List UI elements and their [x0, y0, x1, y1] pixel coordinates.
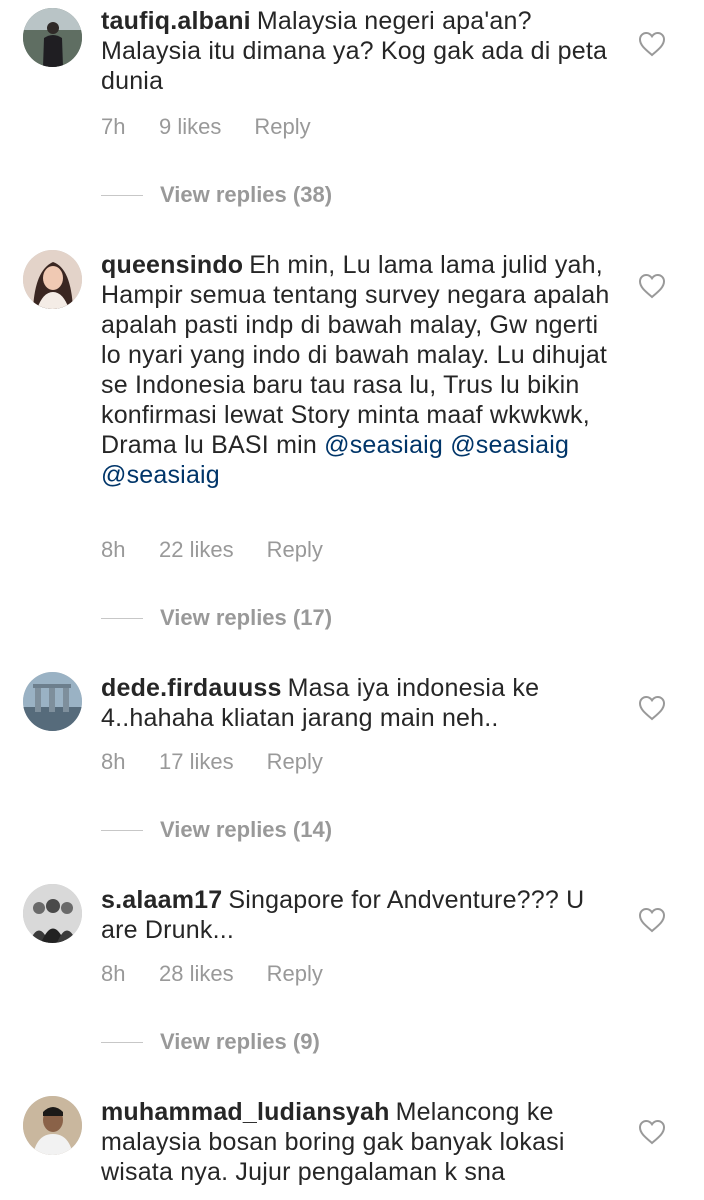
comment-username[interactable]: dede.firdauuss: [101, 674, 282, 702]
comment-likes[interactable]: 17 likes: [159, 749, 234, 775]
view-replies-button[interactable]: View replies (17): [101, 603, 332, 633]
comment-time: 8h: [101, 961, 126, 986]
comment-username[interactable]: taufiq.albani: [101, 7, 251, 35]
like-heart-icon[interactable]: [638, 695, 666, 721]
comment-text: taufiq.albani Malaysia negeri apa'an? Mal…: [101, 6, 621, 96]
view-replies-label: View replies (17): [160, 605, 333, 630]
comment-likes[interactable]: 22 likes: [159, 537, 234, 563]
mention-link[interactable]: @seasiaig: [101, 461, 220, 489]
like-heart-icon[interactable]: [638, 1119, 666, 1145]
view-replies-button[interactable]: View replies (38): [101, 180, 332, 210]
avatar[interactable]: [23, 884, 82, 943]
view-replies-label: View replies (14): [160, 817, 333, 842]
mention-link[interactable]: @seasiaig: [450, 431, 569, 459]
reply-button[interactable]: Reply: [267, 961, 323, 987]
like-heart-icon[interactable]: [638, 273, 666, 299]
comment-text: queensindo Eh min, Lu lama lama julid yah…: [101, 250, 621, 490]
comment-time: 7h: [101, 114, 126, 139]
like-heart-icon[interactable]: [638, 907, 666, 933]
comment-meta: 8h 17 likes Reply: [101, 749, 323, 775]
divider-line: [101, 617, 143, 619]
comment-username[interactable]: s.alaam17: [101, 886, 222, 914]
view-replies-label: View replies (38): [160, 182, 333, 207]
view-replies-label: View replies (9): [160, 1029, 320, 1054]
reply-button[interactable]: Reply: [254, 114, 310, 140]
avatar[interactable]: [23, 672, 82, 731]
comment-body: Eh min, Lu lama lama julid yah, Hampir s…: [101, 251, 610, 459]
man-portrait-icon: [23, 1096, 82, 1155]
divider-line: [101, 829, 143, 831]
comment-username[interactable]: muhammad_ludiansyah: [101, 1098, 390, 1126]
man-standing-photo-icon: [23, 8, 82, 67]
comment-time: 8h: [101, 537, 126, 562]
avatar[interactable]: [23, 1096, 82, 1155]
like-heart-icon[interactable]: [638, 31, 666, 57]
group-photo-icon: [23, 884, 82, 943]
comment-likes[interactable]: 9 likes: [159, 114, 221, 140]
view-replies-button[interactable]: View replies (9): [101, 1027, 320, 1057]
comment-username[interactable]: queensindo: [101, 251, 243, 279]
comment-time: 8h: [101, 749, 126, 774]
comment-meta: 8h 22 likes Reply: [101, 537, 323, 563]
avatar[interactable]: [23, 8, 82, 67]
city-skyline-icon: [23, 672, 82, 731]
mention-link[interactable]: @seasiaig: [324, 431, 443, 459]
comment-likes[interactable]: 28 likes: [159, 961, 234, 987]
divider-line: [101, 194, 143, 196]
comment-text: muhammad_ludiansyah Melancong ke malaysia…: [101, 1097, 621, 1187]
comment-meta: 7h 9 likes Reply: [101, 114, 311, 140]
avatar[interactable]: [23, 250, 82, 309]
comment-meta: 8h 28 likes Reply: [101, 961, 323, 987]
view-replies-button[interactable]: View replies (14): [101, 815, 332, 845]
woman-portrait-icon: [23, 250, 82, 309]
comment-text: s.alaam17 Singapore for Andventure??? U a…: [101, 885, 621, 945]
divider-line: [101, 1041, 143, 1043]
reply-button[interactable]: Reply: [267, 749, 323, 775]
comment-text: dede.firdauuss Masa iya indonesia ke 4..h…: [101, 673, 621, 733]
reply-button[interactable]: Reply: [267, 537, 323, 563]
